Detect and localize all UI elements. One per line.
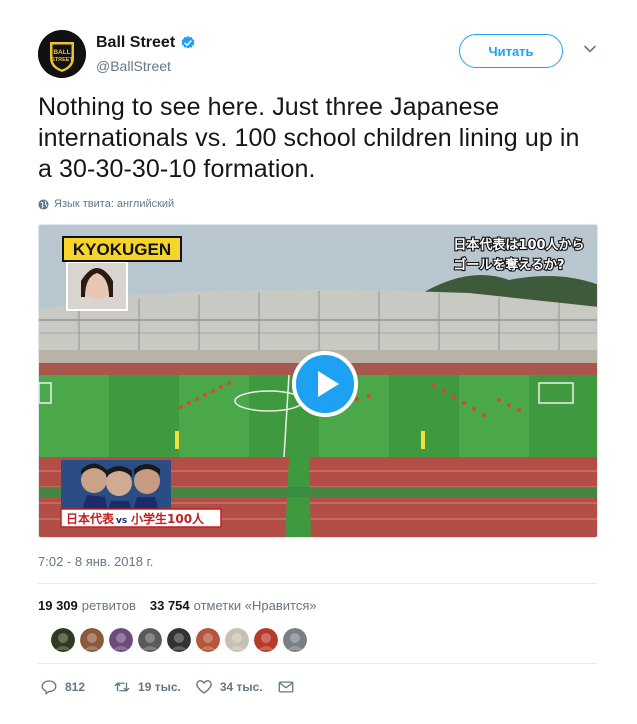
- user-handle[interactable]: @BallStreet: [96, 58, 171, 74]
- reply-count: 812: [65, 680, 86, 694]
- liker-avatar[interactable]: [225, 628, 249, 652]
- liker-avatar[interactable]: [283, 628, 307, 652]
- retweets-label[interactable]: ретвитов: [82, 598, 136, 613]
- retweets-count[interactable]: 19 309: [38, 598, 78, 613]
- likers-avatars: [51, 628, 307, 652]
- chevron-down-icon[interactable]: [583, 42, 597, 56]
- liker-avatar[interactable]: [254, 628, 278, 652]
- display-name[interactable]: Ball Street: [96, 34, 196, 52]
- reply-button[interactable]: 812: [40, 678, 85, 696]
- heart-icon: [196, 680, 212, 694]
- liker-avatar[interactable]: [167, 628, 191, 652]
- reply-icon: [41, 680, 57, 695]
- svg-text:STREET: STREET: [51, 57, 73, 63]
- like-button[interactable]: 34 тыс.: [195, 678, 263, 696]
- tweet-header: BALL STREET Ball Street @BallStreet Чита…: [38, 30, 608, 80]
- likes-label[interactable]: отметки «Нравится»: [194, 598, 317, 613]
- divider: [38, 663, 598, 664]
- language-note-text: Язык твита: английский: [54, 198, 175, 210]
- banner-right: 小学生100人: [131, 511, 205, 526]
- banner-vs: vs: [116, 516, 127, 526]
- retweet-button[interactable]: 19 тыс.: [113, 678, 181, 696]
- liker-avatar[interactable]: [138, 628, 162, 652]
- caption-line-2: ゴールを奪えるか?: [453, 257, 564, 273]
- retweet-count: 19 тыс.: [138, 680, 181, 694]
- tweet-timestamp[interactable]: 7:02 - 8 янв. 2018 г.: [38, 554, 153, 569]
- liker-avatar[interactable]: [51, 628, 75, 652]
- envelope-icon: [278, 681, 294, 693]
- follow-button[interactable]: Читать: [459, 34, 563, 68]
- avatar[interactable]: BALL STREET: [38, 30, 86, 78]
- banner-left: 日本代表: [66, 511, 115, 526]
- svg-text:BALL: BALL: [53, 49, 70, 56]
- globe-icon: [38, 198, 49, 210]
- caption-line-1: 日本代表は100人から: [453, 237, 584, 253]
- divider: [38, 583, 598, 584]
- verified-badge-icon: [181, 36, 195, 49]
- direct-message-button[interactable]: [277, 678, 295, 696]
- liker-avatar[interactable]: [80, 628, 104, 652]
- likes-count[interactable]: 33 754: [150, 598, 190, 613]
- tweet-stats: 19 309 ретвитов 33 754 отметки «Нравится…: [38, 598, 317, 613]
- play-button-icon[interactable]: [292, 351, 358, 417]
- video-player[interactable]: KYOKUGEN 日本代表は100人から ゴールを奪えるか? 日本代表 vs 小…: [38, 224, 598, 538]
- like-count: 34 тыс.: [219, 680, 263, 694]
- liker-avatar[interactable]: [109, 628, 133, 652]
- show-logo: KYOKUGEN: [73, 240, 171, 259]
- display-name-text[interactable]: Ball Street: [96, 34, 175, 52]
- language-note: Язык твита: английский: [38, 198, 174, 210]
- retweet-icon: [114, 682, 130, 692]
- tweet-text: Nothing to see here. Just three Japanese…: [38, 93, 580, 183]
- liker-avatar[interactable]: [196, 628, 220, 652]
- tweet-actions: 812 19 тыс. 34 тыс.: [40, 678, 309, 696]
